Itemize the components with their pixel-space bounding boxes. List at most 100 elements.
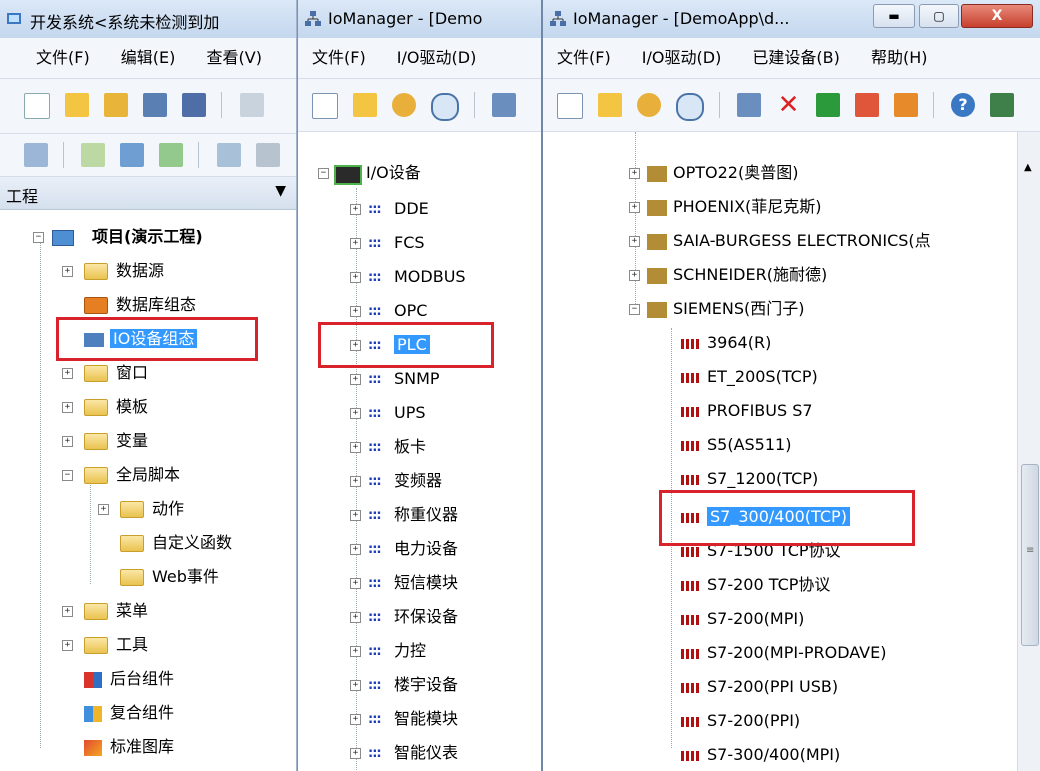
tree-node-vendor[interactable]: + OPTO22(奥普图) — [629, 160, 798, 186]
menu-file[interactable]: 文件(F) — [0, 38, 102, 78]
exit-icon[interactable] — [990, 93, 1015, 117]
upload-icon[interactable] — [24, 143, 48, 167]
tree-node-window[interactable]: + 窗口 — [62, 360, 148, 386]
tree-node-global-script[interactable]: − 全局脚本 — [62, 462, 180, 488]
expand-icon[interactable]: + — [350, 680, 361, 691]
expand-icon[interactable]: + — [629, 202, 640, 213]
expand-icon[interactable]: + — [350, 374, 361, 385]
expand-icon[interactable]: + — [62, 640, 73, 651]
expand-icon[interactable]: + — [62, 368, 73, 379]
search-icon[interactable] — [431, 93, 460, 121]
menu-io-driver[interactable]: I/O驱动(D) — [383, 38, 489, 78]
tree-node-driver[interactable]: S7-200(PPI) — [681, 708, 800, 734]
tree-node-driver[interactable]: S7-200(MPI-PRODAVE) — [681, 640, 886, 666]
tree-node-board[interactable]: + ꞉꞉꞉ 板卡 — [350, 434, 426, 460]
tree-node-modbus[interactable]: + ꞉꞉꞉ MODBUS — [350, 264, 466, 290]
tree-node-power[interactable]: + ꞉꞉꞉ 电力设备 — [350, 536, 458, 562]
pointer-icon[interactable] — [392, 93, 417, 117]
collapse-icon[interactable]: − — [62, 470, 73, 481]
screen-icon[interactable] — [120, 143, 145, 167]
expand-icon[interactable]: + — [350, 238, 361, 249]
tree-node-project[interactable]: − 项目(演示工程) — [30, 224, 203, 250]
search-icon[interactable] — [676, 93, 705, 121]
maximize-button[interactable]: ▢ — [919, 4, 959, 28]
open-folder-icon[interactable] — [598, 93, 623, 117]
open-folder-icon[interactable] — [65, 93, 90, 117]
dropdown-arrow-icon[interactable]: ▼ — [275, 183, 286, 199]
expand-icon[interactable]: + — [350, 714, 361, 725]
title-bar[interactable]: IoManager - [DemoApp\d... ▬ ▢ X — [543, 0, 1040, 39]
tree-node-building[interactable]: + ꞉꞉꞉ 楼宇设备 — [350, 672, 458, 698]
new-file-icon[interactable] — [24, 93, 50, 119]
tree-node-driver[interactable]: S7-200 TCP协议 — [681, 572, 830, 598]
tree-node-driver[interactable]: S7-200(PPI USB) — [681, 674, 838, 700]
tree-node-driver[interactable]: PROFIBUS S7 — [681, 398, 813, 424]
save-icon[interactable] — [143, 93, 168, 117]
expand-icon[interactable]: + — [350, 442, 361, 453]
menu-view[interactable]: 查看(V) — [193, 38, 274, 78]
edit-icon[interactable] — [492, 93, 517, 117]
tree-node-inverter[interactable]: + ꞉꞉꞉ 变频器 — [350, 468, 442, 494]
expand-icon[interactable]: + — [350, 272, 361, 283]
expand-icon[interactable]: + — [62, 436, 73, 447]
tree-node-background-component[interactable]: 后台组件 — [62, 666, 174, 692]
cut-icon[interactable] — [239, 93, 264, 117]
tree-node-driver[interactable]: 3964(R) — [681, 330, 771, 356]
expand-icon[interactable]: + — [350, 748, 361, 759]
expand-icon[interactable]: + — [98, 504, 109, 515]
copy-icon[interactable] — [854, 93, 879, 117]
tree-node-fcs[interactable]: + ꞉꞉꞉ FCS — [350, 230, 425, 256]
menu-built-devices[interactable]: 已建设备(B) — [738, 38, 851, 78]
export-icon[interactable] — [815, 93, 840, 117]
expand-icon[interactable]: + — [350, 408, 361, 419]
menu-file[interactable]: 文件(F) — [298, 38, 378, 78]
tree-node-snmp[interactable]: + ꞉꞉꞉ SNMP — [350, 366, 440, 392]
expand-icon[interactable]: + — [350, 476, 361, 487]
tree-node-vendor[interactable]: + SAIA-BURGESS ELECTRONICS(点 — [629, 228, 931, 254]
tree-node-menu[interactable]: + 菜单 — [62, 598, 148, 624]
open-folder-icon[interactable] — [353, 93, 378, 117]
tree-node-vendor[interactable]: + SCHNEIDER(施耐德) — [629, 262, 827, 288]
expand-icon[interactable]: + — [350, 510, 361, 521]
scroll-up-icon[interactable]: ▲ — [1024, 162, 1032, 173]
title-bar[interactable]: IoManager - [Demo — [298, 0, 541, 39]
menu-file[interactable]: 文件(F) — [543, 38, 623, 78]
remove-all-icon[interactable] — [893, 93, 918, 117]
tree-node-web-event[interactable]: Web事件 — [98, 564, 219, 590]
menu-help[interactable]: 帮助(H) — [857, 38, 940, 78]
edit-icon[interactable] — [737, 93, 762, 117]
expand-icon[interactable]: + — [629, 270, 640, 281]
close-button[interactable]: X — [961, 4, 1033, 28]
tree-node-smart-module[interactable]: + ꞉꞉꞉ 智能模块 — [350, 706, 458, 732]
tree-node-template[interactable]: + 模板 — [62, 394, 148, 420]
expand-icon[interactable]: + — [350, 646, 361, 657]
expand-icon[interactable]: + — [629, 168, 640, 179]
new-file-icon[interactable] — [312, 93, 338, 119]
expand-icon[interactable]: + — [62, 402, 73, 413]
delete-icon[interactable]: ✕ — [777, 92, 801, 118]
tree-node-standard-library[interactable]: 标准图库 — [62, 734, 174, 760]
tree-node-io-root[interactable]: − I/O设备 — [318, 160, 421, 186]
tree-node-driver[interactable]: S7-300/400(MPI) — [681, 742, 840, 768]
menu-io-driver[interactable]: I/O驱动(D) — [628, 38, 734, 78]
pointer-icon[interactable] — [637, 93, 662, 117]
expand-icon[interactable]: + — [629, 236, 640, 247]
tree-node-forcecon[interactable]: + ꞉꞉꞉ 力控 — [350, 638, 426, 664]
tree-node-driver[interactable]: S5(AS511) — [681, 432, 791, 458]
tree-node-smart-meter[interactable]: + ꞉꞉꞉ 智能仪表 — [350, 740, 458, 766]
tree-node-datasource[interactable]: + 数据源 — [62, 258, 164, 284]
globe-icon[interactable] — [159, 143, 184, 167]
expand-icon[interactable]: + — [350, 306, 361, 317]
scrollbar-thumb[interactable]: ≡ — [1021, 464, 1039, 646]
tree-node-driver[interactable]: S7_1200(TCP) — [681, 466, 818, 492]
link-icon[interactable] — [216, 143, 241, 167]
settings-icon[interactable] — [255, 143, 280, 167]
search-icon[interactable] — [81, 143, 106, 167]
vertical-scrollbar[interactable]: ▲ ≡ — [1017, 132, 1040, 771]
expand-icon[interactable]: + — [350, 578, 361, 589]
tree-node-ups[interactable]: + ꞉꞉꞉ UPS — [350, 400, 426, 426]
tree-node-custom-function[interactable]: 自定义函数 — [98, 530, 232, 556]
menu-edit[interactable]: 编辑(E) — [107, 38, 188, 78]
tree-node-composite-component[interactable]: 复合组件 — [62, 700, 174, 726]
title-bar[interactable]: 开发系统<系统未检测到加 — [0, 0, 296, 39]
